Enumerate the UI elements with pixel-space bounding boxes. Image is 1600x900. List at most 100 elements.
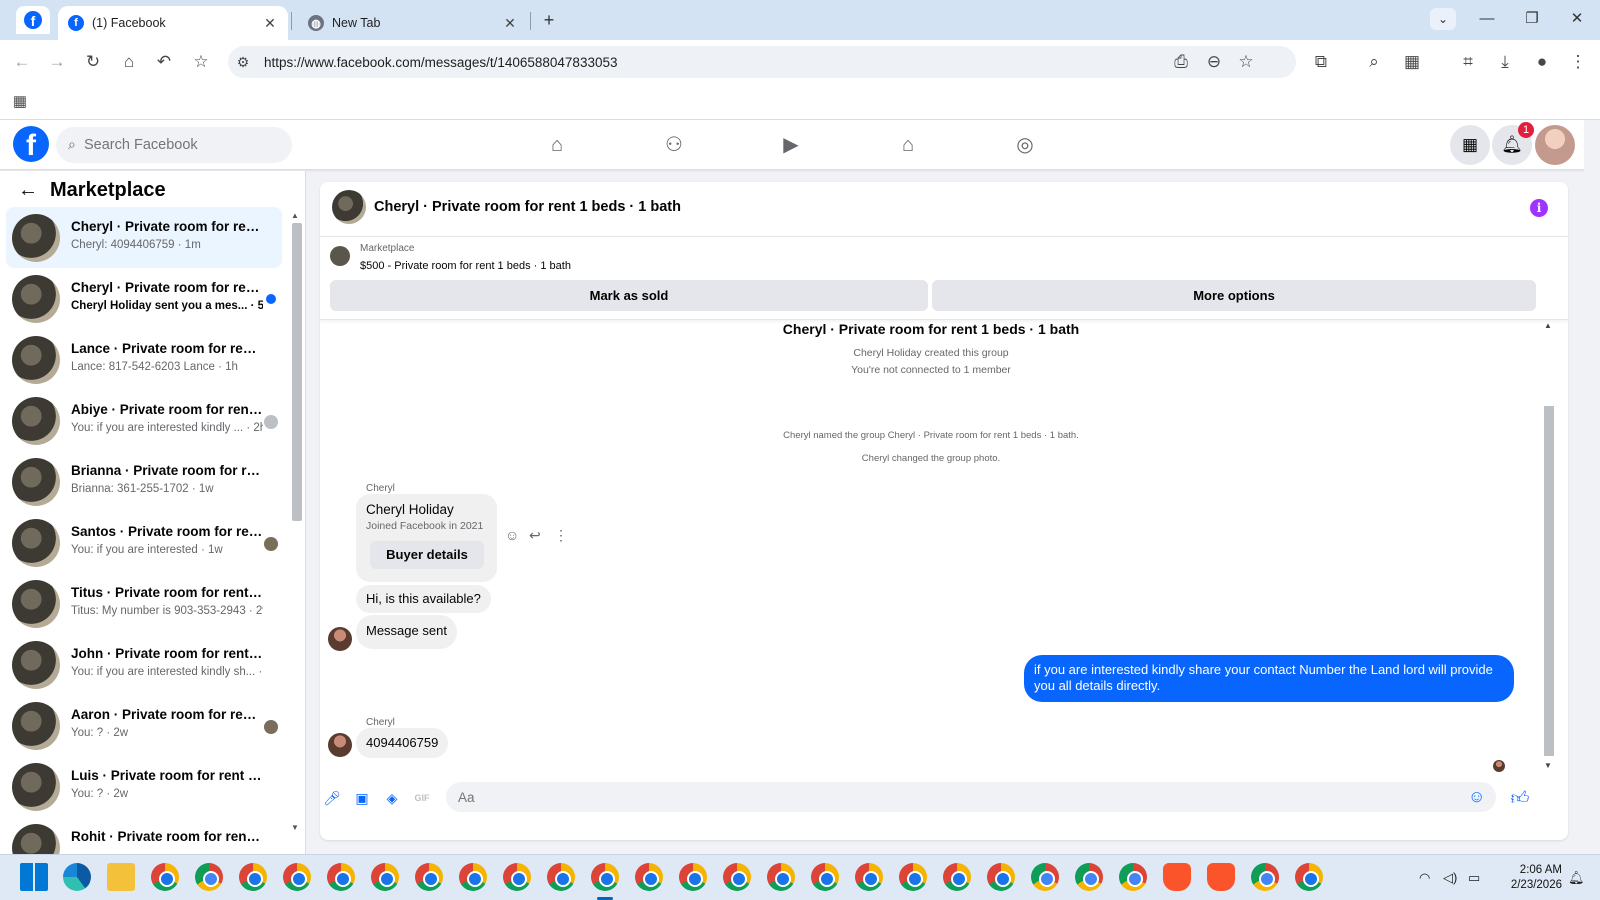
facebook-logo[interactable]: f — [13, 126, 49, 162]
listing-title[interactable]: $500 - Private room for rent 1 beds · 1 … — [360, 260, 571, 272]
more-actions-icon[interactable]: ⋮ — [554, 527, 568, 544]
new-tab-button[interactable]: + — [538, 9, 560, 31]
scroll-up-icon[interactable]: ▲ — [291, 211, 299, 220]
chrome-profile-icon[interactable] — [371, 863, 399, 891]
sender-avatar[interactable] — [328, 627, 352, 651]
menu-grid-button[interactable]: ▦ — [1450, 125, 1490, 165]
battery-icon[interactable]: ▭ — [1468, 870, 1480, 886]
friends-icon[interactable]: ⚇ — [659, 130, 689, 160]
undo-icon[interactable]: ↶ — [153, 51, 175, 73]
microphone-icon[interactable]: 🎤︎ — [322, 788, 342, 808]
chrome-profile-icon[interactable] — [239, 863, 267, 891]
close-tab-icon[interactable]: ✕ — [262, 15, 278, 32]
address-bar[interactable]: ⚙ https://www.facebook.com/messages/t/14… — [228, 46, 1296, 78]
outgoing-message-bubble[interactable]: if you are interested kindly share your … — [1024, 655, 1514, 702]
install-app-icon[interactable]: ⎙ — [1170, 51, 1192, 73]
scroll-down-icon[interactable]: ▼ — [291, 823, 299, 832]
chrome-profile-icon[interactable] — [503, 863, 531, 891]
chrome-profile-icon[interactable] — [811, 863, 839, 891]
chrome-profile-icon[interactable] — [415, 863, 443, 891]
chrome-profile-icon[interactable] — [283, 863, 311, 891]
conversation-item[interactable]: Luis · Private room for rent 1 be... You… — [6, 756, 282, 817]
volume-icon[interactable]: ◁) — [1443, 870, 1457, 886]
scroll-down-icon[interactable]: ▼ — [1544, 761, 1552, 770]
download-icon[interactable]: ⤓ — [1494, 51, 1516, 73]
url-text[interactable]: https://www.facebook.com/messages/t/1406… — [264, 55, 617, 70]
bookmark-star-icon[interactable]: ☆ — [190, 51, 212, 73]
info-icon[interactable]: i — [1530, 199, 1548, 217]
pinned-tab-facebook[interactable]: f — [16, 6, 50, 34]
brave-icon[interactable] — [1207, 863, 1235, 891]
chrome-profile-icon[interactable] — [459, 863, 487, 891]
tab-search-button[interactable]: ⌄ — [1430, 8, 1456, 30]
chrome-profile-icon[interactable] — [1295, 863, 1323, 891]
conversation-item[interactable]: Brianna · Private room for rent ... Bria… — [6, 451, 282, 512]
profile-icon[interactable]: ● — [1531, 51, 1553, 73]
chrome-profile-icon[interactable] — [987, 863, 1015, 891]
close-tab-icon[interactable]: ✕ — [502, 15, 518, 32]
chrome-profile-icon[interactable] — [327, 863, 355, 891]
more-options-button[interactable]: More options — [932, 280, 1536, 311]
conversation-item[interactable]: Aaron · Private room for rent... You: ? … — [6, 695, 282, 756]
chrome-profile-icon[interactable] — [899, 863, 927, 891]
conversation-item[interactable]: Cheryl · Private room for rent ... Chery… — [6, 268, 282, 329]
chat-avatar[interactable] — [332, 190, 366, 224]
page-scrollbar[interactable] — [1584, 120, 1600, 854]
reload-icon[interactable]: ↻ — [82, 51, 104, 73]
star-icon[interactable]: ☆ — [1235, 51, 1257, 73]
card-name[interactable]: Cheryl Holiday — [366, 502, 454, 517]
chrome-profile-icon[interactable] — [151, 863, 179, 891]
start-windows-icon[interactable] — [20, 863, 48, 891]
emoji-icon[interactable]: ☺ — [1468, 787, 1485, 807]
emoji-react-icon[interactable]: ☺ — [505, 527, 519, 543]
search-box[interactable]: ⌕ — [56, 127, 292, 163]
sticker-icon[interactable]: ◈ — [382, 788, 402, 808]
groups-icon[interactable]: ◎ — [1010, 130, 1040, 160]
conversation-item[interactable]: Cheryl · Private room for rent 1 ... Che… — [6, 207, 282, 268]
mark-as-sold-button[interactable]: Mark as sold — [330, 280, 928, 311]
notification-bell-icon[interactable]: 🔔︎ — [1568, 870, 1585, 886]
back-icon[interactable]: ← — [11, 51, 33, 73]
sender-avatar[interactable] — [328, 733, 352, 757]
chrome-profile-icon[interactable] — [943, 863, 971, 891]
buyer-details-button[interactable]: Buyer details — [370, 541, 484, 569]
reply-icon[interactable]: ↩ — [529, 527, 541, 544]
chat-title[interactable]: Cheryl · Private room for rent 1 beds · … — [374, 199, 681, 215]
conversation-item[interactable]: John · Private room for rent 1 b... You:… — [6, 634, 282, 695]
conversation-item[interactable]: Lance · Private room for rent 1 ... Lanc… — [6, 329, 282, 390]
chrome-icon[interactable] — [1075, 863, 1103, 891]
gif-icon[interactable]: GIF — [412, 788, 432, 808]
restore-button[interactable]: ❐ — [1519, 8, 1545, 30]
home-icon[interactable]: ⌂ — [542, 130, 572, 160]
listing-thumbnail[interactable] — [330, 246, 350, 266]
home-icon[interactable]: ⌂ — [118, 51, 140, 73]
menu-icon[interactable]: ⋮ — [1567, 51, 1589, 73]
chrome-profile-icon[interactable] — [767, 863, 795, 891]
tab-new-tab[interactable]: ◍ New Tab ✕ — [298, 6, 528, 40]
video-icon[interactable]: ▶ — [776, 130, 806, 160]
qr-code-icon[interactable]: ▦ — [1401, 51, 1423, 73]
chrome-profile-icon-active[interactable] — [591, 863, 619, 891]
chat-scrollbar[interactable]: ▲ ▼ — [1542, 321, 1556, 776]
marketplace-icon[interactable]: ⌂ — [893, 130, 923, 160]
minimize-button[interactable]: — — [1474, 8, 1500, 30]
forward-icon[interactable]: → — [46, 51, 68, 73]
chrome-icon[interactable] — [1031, 863, 1059, 891]
scrollbar-thumb[interactable] — [292, 223, 302, 521]
scrollbar-thumb[interactable] — [1544, 406, 1554, 756]
chrome-icon[interactable] — [195, 863, 223, 891]
chrome-profile-icon[interactable] — [547, 863, 575, 891]
apps-grid-icon[interactable]: ▦ — [9, 91, 31, 113]
scroll-up-icon[interactable]: ▲ — [1544, 321, 1552, 330]
extensions-icon[interactable]: ⧉ — [1310, 51, 1332, 73]
sidebar-scrollbar[interactable]: ▲ ▼ — [290, 211, 302, 841]
conversation-item[interactable]: Santos · Private room for ren... You: if… — [6, 512, 282, 573]
chrome-icon[interactable] — [1119, 863, 1147, 891]
file-explorer-icon[interactable] — [107, 863, 135, 891]
conversation-item[interactable]: Titus · Private room for rent 1 b... Tit… — [6, 573, 282, 634]
site-info-icon[interactable]: ⚙ — [232, 51, 254, 73]
conversation-item[interactable]: Abiye · Private room for rent ... You: i… — [6, 390, 282, 451]
conversation-item[interactable]: Rohit · Private room for rent 1 b... — [6, 817, 282, 854]
message-input-box[interactable]: ☺ — [446, 782, 1496, 812]
message-bubble[interactable]: 4094406759 — [356, 728, 449, 758]
